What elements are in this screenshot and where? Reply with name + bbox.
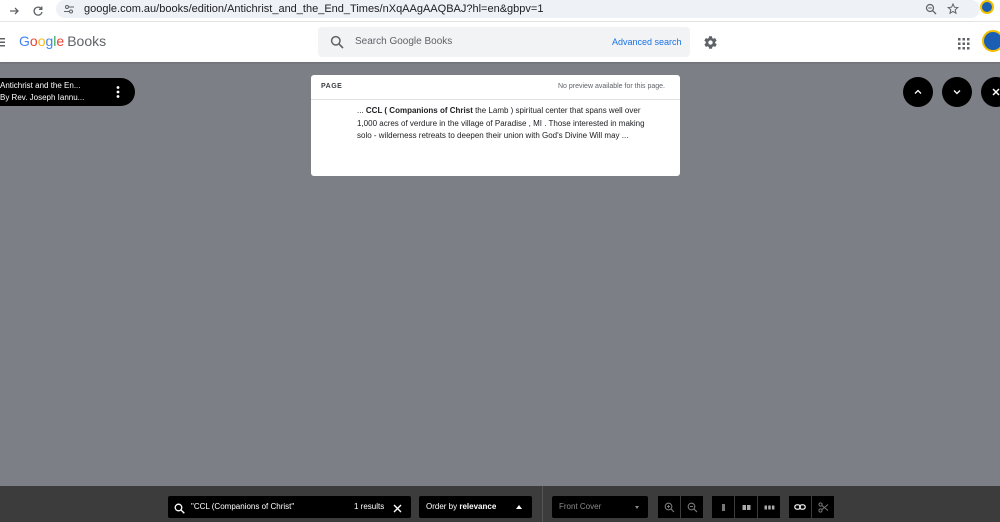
single-page-view-button[interactable]: [712, 496, 734, 518]
site-info-icon[interactable]: [62, 2, 76, 16]
order-value: relevance: [459, 502, 497, 511]
clear-search-icon[interactable]: [392, 501, 403, 513]
extension-icon[interactable]: [980, 0, 994, 14]
previous-page-button[interactable]: [903, 77, 933, 107]
single-page-icon: [721, 503, 725, 511]
snippet-prefix: ...: [357, 106, 366, 115]
caret-up-icon: [516, 505, 522, 509]
zoom-out-button[interactable]: [681, 496, 703, 518]
chevron-down-icon: [953, 90, 961, 95]
browser-bar: google.com.au/books/edition/Antichrist_a…: [0, 0, 1000, 22]
two-page-view-button[interactable]: [735, 496, 757, 518]
search-icon: [174, 501, 185, 514]
bookmark-star-icon[interactable]: [944, 0, 962, 18]
menu-icon[interactable]: [0, 35, 6, 49]
next-page-button[interactable]: [942, 77, 972, 107]
in-book-search-query[interactable]: "CCL (Companions of Christ": [191, 502, 294, 511]
search-input[interactable]: Search Google Books: [355, 36, 452, 47]
books-header: Google Books Search Google Books Advanced…: [0, 22, 1000, 62]
zoom-in-button[interactable]: [658, 496, 680, 518]
logo-books: Books: [67, 33, 107, 49]
grid-view-button[interactable]: [758, 496, 780, 518]
caret-down-icon: [635, 506, 639, 509]
forward-icon[interactable]: [4, 0, 24, 22]
apps-grid-icon[interactable]: [958, 37, 970, 50]
page-select-value: Front Cover: [559, 502, 602, 511]
book-title: Antichrist and the En...: [0, 81, 81, 90]
advanced-search-link[interactable]: Advanced search: [612, 37, 682, 47]
copy-link-button[interactable]: [789, 496, 811, 518]
search-icon[interactable]: [330, 35, 344, 49]
zoom-out-icon: [687, 502, 697, 512]
settings-gear-icon[interactable]: [703, 35, 718, 50]
page-label: PAGE: [321, 83, 343, 90]
order-prefix: Order by: [426, 502, 460, 511]
book-info-chip[interactable]: Antichrist and the En... By Rev. Joseph …: [0, 78, 135, 106]
grid-view-icon: [764, 505, 774, 509]
close-icon: [992, 88, 1000, 96]
chevron-up-icon: [914, 89, 922, 94]
order-by-label: Order by relevance: [426, 502, 496, 511]
url-text: google.com.au/books/edition/Antichrist_a…: [84, 3, 544, 15]
google-books-logo[interactable]: Google Books: [19, 33, 106, 49]
scissors-icon: [817, 501, 828, 513]
account-avatar[interactable]: [982, 30, 1000, 52]
address-bar[interactable]: google.com.au/books/edition/Antichrist_a…: [56, 0, 980, 18]
card-divider: [311, 99, 680, 100]
more-options-icon[interactable]: [115, 85, 121, 99]
results-count: 1 results: [354, 502, 385, 511]
zoom-icon[interactable]: [922, 0, 940, 18]
zoom-in-icon: [664, 502, 674, 512]
link-icon: [794, 504, 806, 510]
page-snippet-card: PAGE No preview available for this page.…: [311, 75, 680, 176]
search-snippet: ... CCL ( Companions of Christ the Lamb …: [357, 105, 647, 143]
no-preview-notice: No preview available for this page.: [557, 83, 665, 90]
snippet-highlight: CCL ( Companions of Christ: [365, 106, 473, 115]
logo-google: Google: [19, 33, 65, 49]
order-by-dropdown[interactable]: Order by relevance: [419, 496, 532, 518]
book-author: By Rev. Joseph Iannu...: [0, 93, 85, 102]
page-select-dropdown[interactable]: Front Cover: [552, 496, 648, 518]
close-viewer-button[interactable]: [981, 77, 1000, 107]
clip-button[interactable]: [812, 496, 834, 518]
in-book-search-box[interactable]: "CCL (Companions of Christ" 1 results: [168, 496, 411, 518]
reload-icon[interactable]: [28, 0, 48, 22]
toolbar-divider: [542, 486, 543, 522]
two-page-icon: [742, 504, 750, 510]
